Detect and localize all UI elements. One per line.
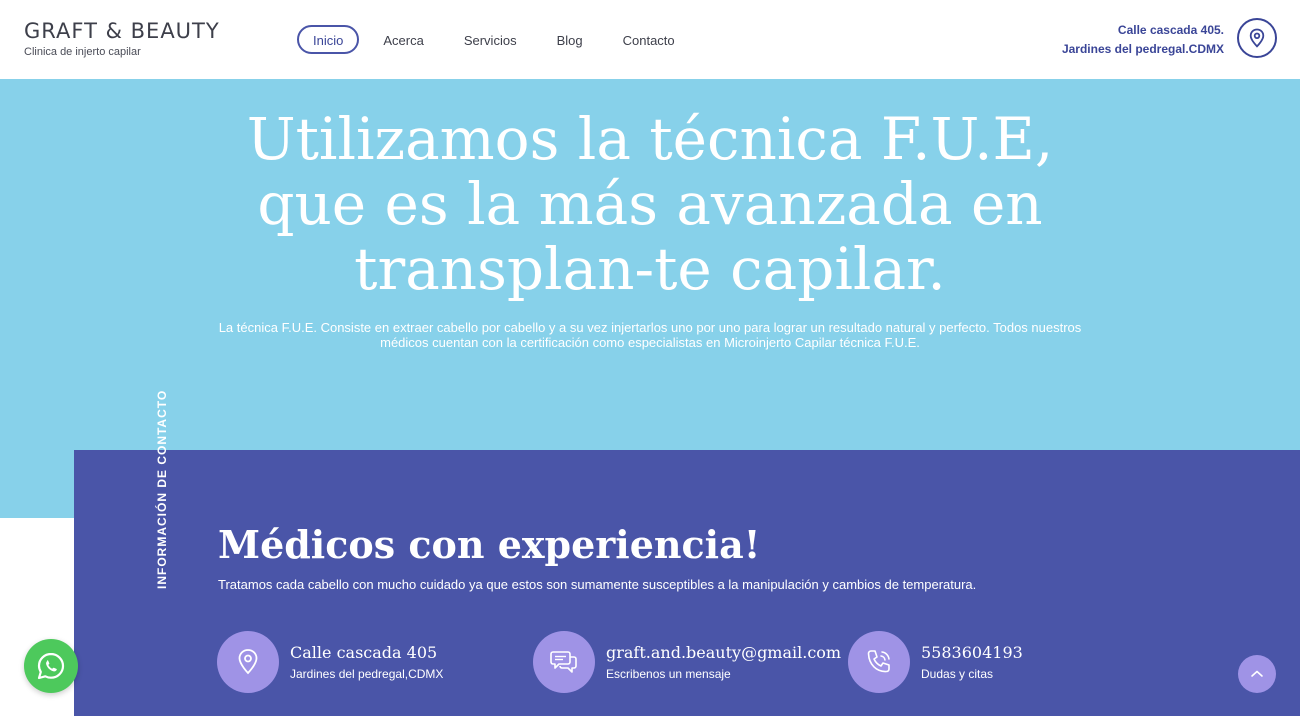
brand-title: GRAFT & BEAUTY <box>24 19 220 43</box>
brand-logo[interactable]: GRAFT & BEAUTY Clinica de injerto capila… <box>24 19 220 58</box>
contact-icon-circle <box>848 631 910 693</box>
nav-item-inicio[interactable]: Inicio <box>297 25 360 54</box>
contact-icon-circle <box>217 631 279 693</box>
header-address-line2: Jardines del pedregal.CDMX <box>1061 42 1224 56</box>
map-pin-icon <box>1249 28 1265 48</box>
header-address-line1: Calle cascada 405. <box>1117 23 1224 37</box>
phone-icon <box>867 650 890 673</box>
section-vertical-label: INFORMACIÓN DE CONTACTO <box>155 389 169 589</box>
contact-email-sub: Escribenos un mensaje <box>606 667 731 681</box>
site-header: GRAFT & BEAUTY Clinica de injerto capila… <box>0 0 1300 79</box>
location-button[interactable] <box>1237 18 1277 58</box>
hero-description: La técnica F.U.E. Consiste en extraer ca… <box>218 320 1082 350</box>
nav-item-acerca[interactable]: Acerca <box>367 25 439 54</box>
contact-address-main: Calle cascada 405 <box>290 643 438 662</box>
contact-icon-circle <box>533 631 595 693</box>
section-description: Tratamos cada cabello con mucho cuidado … <box>218 577 977 592</box>
contact-address-sub: Jardines del pedregal,CDMX <box>290 667 444 681</box>
map-pin-icon <box>238 649 258 675</box>
contact-item-phone[interactable]: 5583604193 Dudas y citas <box>848 631 1023 693</box>
nav-item-blog[interactable]: Blog <box>541 25 599 54</box>
nav-item-contacto[interactable]: Contacto <box>607 25 691 54</box>
contact-item-address: Calle cascada 405 Jardines del pedregal,… <box>217 631 443 693</box>
nav-item-servicios[interactable]: Servicios <box>448 25 533 54</box>
chat-bubbles-icon <box>550 651 577 673</box>
chevron-up-icon <box>1251 670 1263 677</box>
brand-subtitle: Clinica de injerto capilar <box>24 46 141 58</box>
main-nav: Inicio Acerca Servicios Blog Contacto <box>297 25 699 54</box>
section-title: Médicos con experiencia! <box>218 522 761 567</box>
contact-info-section: INFORMACIÓN DE CONTACTO Médicos con expe… <box>74 390 1300 716</box>
whatsapp-button[interactable] <box>24 639 78 693</box>
contact-item-email[interactable]: graft.and.beauty@gmail.com Escribenos un… <box>533 631 841 693</box>
contact-email-main: graft.and.beauty@gmail.com <box>606 643 842 662</box>
header-address: Calle cascada 405. Jardines del pedregal… <box>1062 21 1224 59</box>
contact-phone-main: 5583604193 <box>921 643 1023 662</box>
scroll-to-top-button[interactable] <box>1238 655 1276 693</box>
contact-phone-sub: Dudas y citas <box>921 667 994 681</box>
whatsapp-icon <box>37 652 65 680</box>
hero-title: Utilizamos la técnica F.U.E, que es la m… <box>246 105 1054 303</box>
